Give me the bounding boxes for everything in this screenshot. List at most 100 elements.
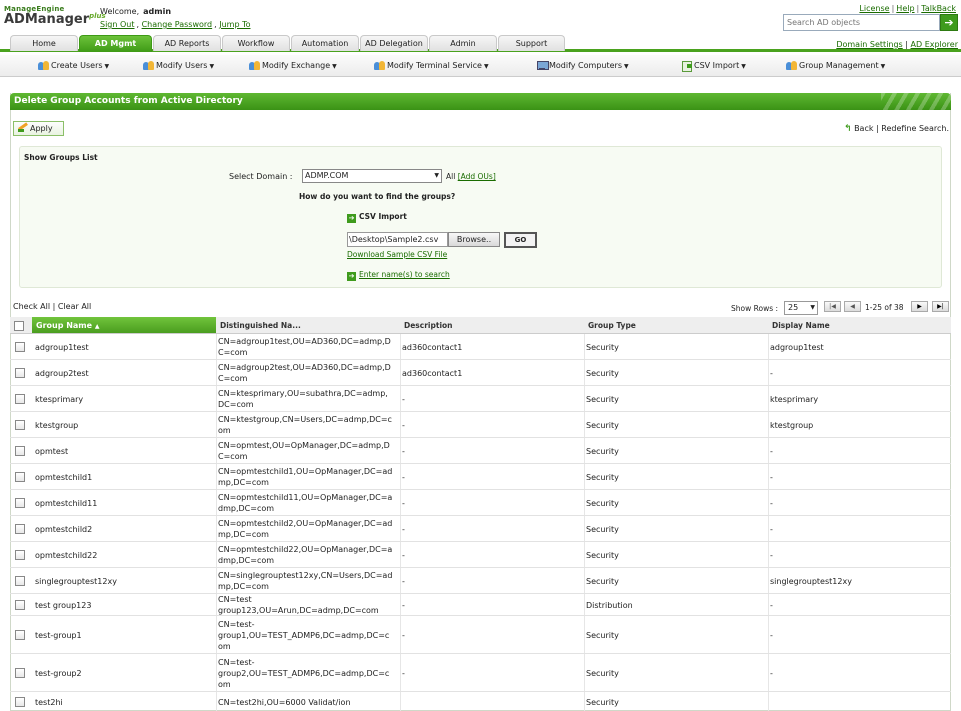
dn-line: CN=ktesprimary,OU=subathra,DC=admp,	[218, 389, 388, 398]
row-checkbox[interactable]	[15, 472, 25, 482]
browse-button[interactable]: Browse..	[448, 232, 500, 247]
tab-admin[interactable]: Admin	[429, 35, 497, 51]
table-row[interactable]: opmtestchild22 CN=opmtestchild22,OU=OpMan…	[10, 542, 951, 568]
table-row[interactable]: test-group1 CN=test-group1,OU=TEST_ADMP6,…	[10, 616, 951, 654]
menu-modify-terminal-service[interactable]: Modify Terminal Service ▼	[374, 60, 489, 70]
menu-create-users[interactable]: Create Users ▼	[38, 60, 109, 70]
table-row[interactable]: adgroup2test CN=adgroup2test,OU=AD360,DC=…	[10, 360, 951, 386]
tab-workflow[interactable]: Workflow	[222, 35, 290, 51]
dn-line: CN=opmtest,OU=OpManager,DC=admp,D	[218, 441, 390, 450]
table-row[interactable]: singlegrouptest12xy CN=singlegrouptest12x…	[10, 568, 951, 594]
cell-group-type: Security	[586, 525, 619, 534]
table-row[interactable]: test group123 CN=test group123,OU=Arun,DC=…	[10, 594, 951, 616]
back-link[interactable]: Back	[854, 124, 873, 133]
cell-group-name: adgroup1test	[35, 343, 89, 352]
check-all-link[interactable]: Check All	[13, 302, 50, 311]
row-checkbox[interactable]	[15, 420, 25, 430]
help-link[interactable]: Help	[896, 4, 914, 13]
dn-line: CN=test2hi,OU=6000 Validat/ion	[218, 698, 351, 707]
cell-distinguished-name: CN=test2hi,OU=6000 Validat/ion	[218, 697, 398, 708]
apply-button[interactable]: Apply	[13, 121, 64, 136]
row-checkbox[interactable]	[15, 342, 25, 352]
dn-line: CN=test	[218, 595, 252, 604]
tab-support[interactable]: Support	[498, 35, 565, 51]
domain-settings-link[interactable]: Domain Settings	[836, 40, 902, 49]
row-checkbox[interactable]	[15, 394, 25, 404]
tab-ad-mgmt[interactable]: AD Mgmt	[79, 35, 152, 52]
back-arrow-icon: ↰	[843, 124, 852, 134]
search-button[interactable]: ➔	[940, 14, 958, 31]
cell-description: -	[402, 669, 405, 678]
row-checkbox[interactable]	[15, 668, 25, 678]
cell-description: ad360contact1	[402, 369, 463, 378]
row-checkbox[interactable]	[15, 498, 25, 508]
menu-modify-computers[interactable]: Modify Computers ▼	[536, 60, 629, 70]
table-row[interactable]: ktestgroup CN=ktestgroup,CN=Users,DC=admp…	[10, 412, 951, 438]
menu-modify-users[interactable]: Modify Users ▼	[143, 60, 214, 70]
download-sample-csv-text[interactable]: Download Sample CSV File	[347, 250, 447, 259]
prev-page-button[interactable]: ◀	[844, 301, 861, 312]
menu-group-management[interactable]: Group Management ▼	[786, 60, 885, 70]
table-row[interactable]: opmtestchild2 CN=opmtestchild2,OU=OpManag…	[10, 516, 951, 542]
table-row[interactable]: opmtest CN=opmtest,OU=OpManager,DC=admp,D…	[10, 438, 951, 464]
tab-ad-delegation[interactable]: AD Delegation	[360, 35, 428, 51]
clear-all-link[interactable]: Clear All	[58, 302, 91, 311]
col-description[interactable]: Description	[400, 317, 584, 334]
row-checkbox[interactable]	[15, 368, 25, 378]
last-page-button[interactable]: ▶|	[932, 301, 949, 312]
cell-group-type: Security	[586, 343, 619, 352]
domain-select[interactable]: ADMP.COM ▼	[302, 169, 442, 183]
table-row[interactable]: opmtestchild11 CN=opmtestchild11,OU=OpMan…	[10, 490, 951, 516]
row-checkbox[interactable]	[15, 524, 25, 534]
first-page-button[interactable]: |◀	[824, 301, 841, 312]
panel-title-text: Delete Group Accounts from Active Direct…	[14, 96, 243, 106]
dn-line: group2,OU=TEST_ADMP6,DC=admp,DC=c	[218, 669, 390, 678]
change-password-link[interactable]: Change Password	[142, 20, 213, 29]
license-link[interactable]: License	[859, 4, 889, 13]
row-checkbox[interactable]	[15, 630, 25, 640]
tab-home[interactable]: Home	[10, 35, 78, 51]
col-group-name[interactable]: Group Name ▲	[32, 317, 216, 334]
col-group-type[interactable]: Group Type	[584, 317, 768, 334]
talkback-link[interactable]: TalkBack	[921, 4, 956, 13]
row-checkbox[interactable]	[15, 697, 25, 707]
go-button[interactable]: GO	[504, 232, 537, 248]
select-all-checkbox[interactable]	[14, 321, 24, 331]
row-checkbox[interactable]	[15, 446, 25, 456]
cell-group-type: Security	[586, 395, 619, 404]
sign-out-link[interactable]: Sign Out	[100, 20, 135, 29]
dn-line: CN=singlegrouptest12xy,CN=Users,DC=ad	[218, 571, 393, 580]
search-input[interactable]	[783, 14, 940, 31]
download-sample-csv-link[interactable]: Download Sample CSV File	[347, 250, 447, 259]
rows-per-page-select[interactable]: 25 ▼	[784, 301, 818, 315]
add-ous-link[interactable]: [Add OUs]	[458, 172, 496, 181]
all-label: All	[446, 172, 456, 181]
menu-csv-import[interactable]: CSV Import ▼	[681, 60, 746, 72]
tab-ad-reports[interactable]: AD Reports	[153, 35, 221, 51]
next-page-button[interactable]: ▶	[911, 301, 928, 312]
csv-file-input[interactable]: \Desktop\Sample2.csv	[347, 232, 448, 247]
cell-display-name: adgroup1test	[770, 343, 824, 352]
menu-modify-exchange[interactable]: Modify Exchange ▼	[249, 60, 337, 70]
row-checkbox[interactable]	[15, 600, 25, 610]
col-display-name[interactable]: Display Name	[768, 317, 951, 334]
enter-names-option[interactable]: ➔ Enter name(s) to search	[347, 270, 450, 281]
tab-automation[interactable]: Automation	[291, 35, 359, 51]
table-row[interactable]: adgroup1test CN=adgroup1test,OU=AD360,DC=…	[10, 334, 951, 360]
redefine-search-link[interactable]: Redefine Search.	[881, 124, 949, 133]
csv-import-option[interactable]: ➔ CSV Import	[347, 212, 407, 223]
panel-title: Delete Group Accounts from Active Direct…	[10, 93, 951, 110]
cell-group-name: opmtest	[35, 447, 69, 456]
jump-to-link[interactable]: Jump To	[219, 20, 250, 29]
table-row[interactable]: test-group2 CN=test-group2,OU=TEST_ADMP6,…	[10, 654, 951, 692]
row-checkbox[interactable]	[15, 550, 25, 560]
row-checkbox[interactable]	[15, 576, 25, 586]
table-row[interactable]: ktesprimary CN=ktesprimary,OU=subathra,DC…	[10, 386, 951, 412]
app-logo[interactable]: ManageEngine ADManagerplus	[4, 5, 106, 33]
col-distinguished-name[interactable]: Distinguished Na...	[216, 317, 400, 334]
table-row[interactable]: test2hi CN=test2hi,OU=6000 Validat/ion Sec…	[10, 692, 951, 711]
arrow-right-icon: ➔	[347, 272, 356, 281]
ad-explorer-link[interactable]: AD Explorer	[911, 40, 958, 49]
table-row[interactable]: opmtestchild1 CN=opmtestchild1,OU=OpManag…	[10, 464, 951, 490]
enter-names-link[interactable]: Enter name(s) to search	[359, 270, 450, 279]
